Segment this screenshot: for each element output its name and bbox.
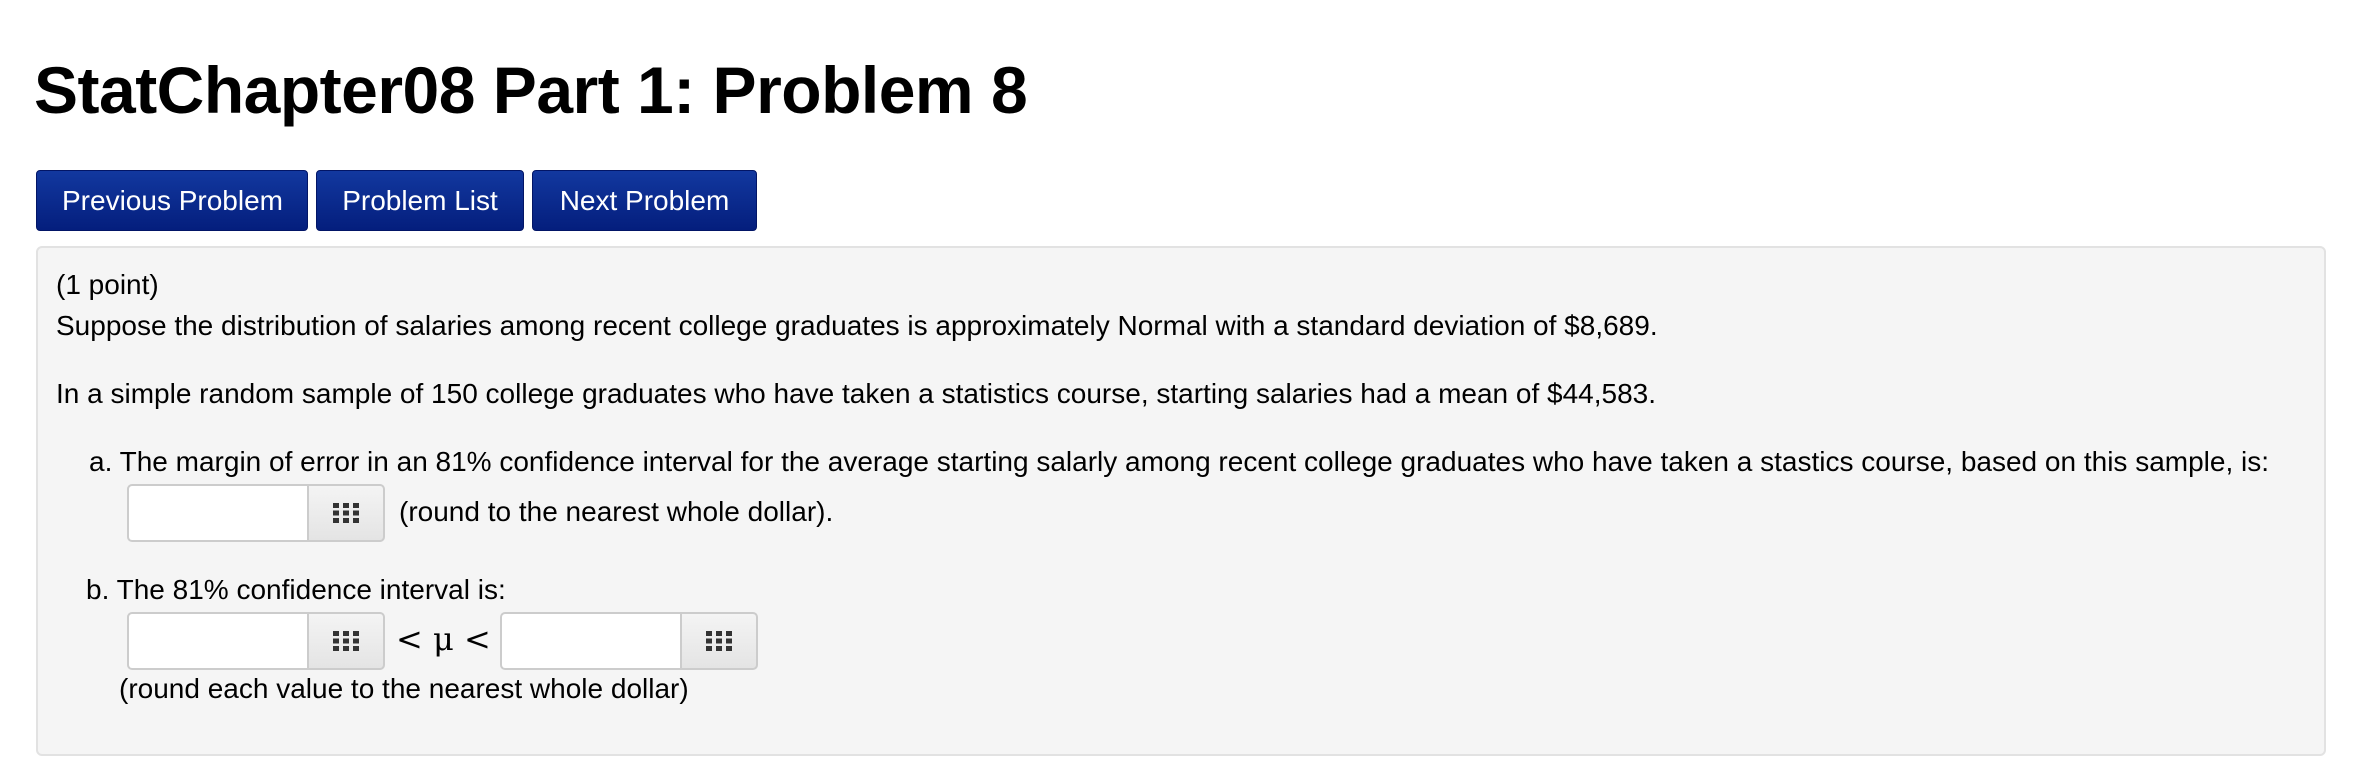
- part-b-upper-input[interactable]: [500, 612, 680, 670]
- part-a-keypad-button[interactable]: [307, 484, 385, 542]
- problem-body: (1 point) Suppose the distribution of sa…: [36, 246, 2326, 756]
- part-b-lower-keypad-button[interactable]: [307, 612, 385, 670]
- part-a-answer-input[interactable]: [127, 484, 307, 542]
- part-b-prompt: b. The 81% confidence interval is:: [86, 574, 506, 605]
- page-title: StatChapter08 Part 1: Problem 8: [34, 53, 1028, 127]
- problem-points: (1 point): [56, 269, 159, 300]
- part-b-note: (round each value to the nearest whole d…: [119, 673, 689, 704]
- problem-nav: Previous Problem Problem List Next Probl…: [36, 170, 757, 231]
- part-b-lower-input[interactable]: [127, 612, 307, 670]
- problem-intro: Suppose the distribution of salaries amo…: [56, 310, 1658, 341]
- part-a-answer-group: [127, 484, 385, 542]
- part-b-upper-group: [500, 612, 758, 670]
- problem-list-button[interactable]: Problem List: [316, 170, 524, 231]
- keypad-icon: [333, 631, 359, 651]
- part-a-prompt: a. The margin of error in an 81% confide…: [89, 446, 2270, 477]
- keypad-icon: [706, 631, 732, 651]
- previous-problem-button[interactable]: Previous Problem: [36, 170, 308, 231]
- part-b-lower-group: [127, 612, 385, 670]
- part-a-note: (round to the nearest whole dollar).: [399, 496, 834, 527]
- problem-sample: In a simple random sample of 150 college…: [56, 378, 1657, 409]
- mu-inequality: < μ <: [396, 620, 491, 658]
- keypad-icon: [333, 503, 359, 523]
- next-problem-button[interactable]: Next Problem: [532, 170, 757, 231]
- part-b-upper-keypad-button[interactable]: [680, 612, 758, 670]
